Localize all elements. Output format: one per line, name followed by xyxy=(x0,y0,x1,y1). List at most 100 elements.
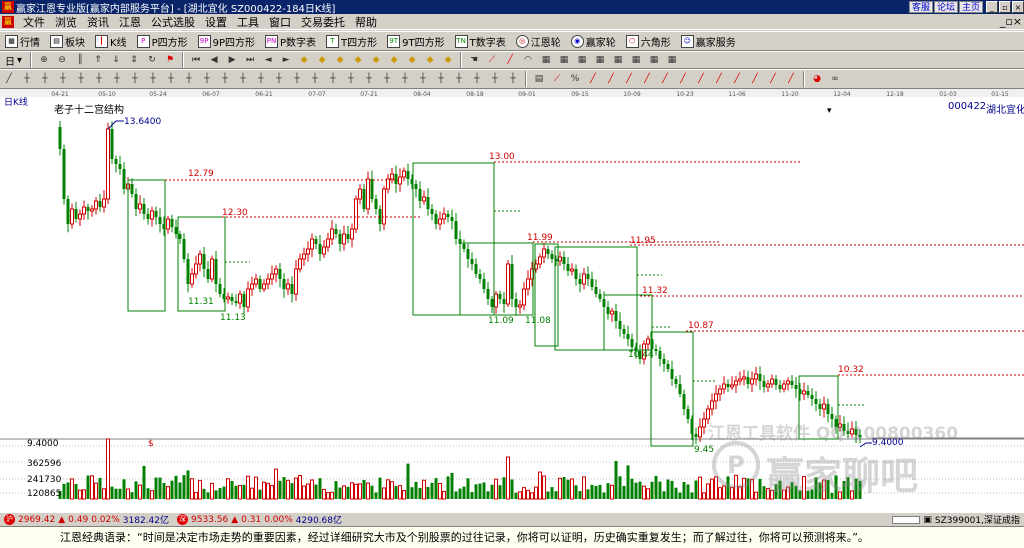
menu-help[interactable]: 帮助 xyxy=(350,14,382,30)
gann-line-icon[interactable]: ┼ xyxy=(379,72,395,86)
line-icon[interactable]: ╱ xyxy=(502,53,518,67)
flag-icon[interactable]: ⚑ xyxy=(162,53,178,67)
gann-line-icon[interactable]: ┼ xyxy=(289,72,305,86)
grid-icon[interactable]: ▦ xyxy=(664,53,680,67)
gann-line-icon[interactable]: ┼ xyxy=(109,72,125,86)
link-forum[interactable]: 论坛 xyxy=(933,1,958,13)
gann-line-icon[interactable]: ┼ xyxy=(37,72,53,86)
infinity-icon[interactable]: ∞ xyxy=(827,72,843,86)
p-number-table-button[interactable]: PN P数字表 xyxy=(260,32,321,50)
gann-line-icon[interactable]: ┼ xyxy=(433,72,449,86)
grid-icon[interactable]: ▦ xyxy=(574,53,590,67)
trend-line-icon[interactable]: ╱ xyxy=(1,72,17,86)
winner-wheel-button[interactable]: ◉ 赢家轮 xyxy=(566,32,621,50)
arc-icon[interactable]: ◠ xyxy=(520,53,536,67)
menu-formula[interactable]: 公式选股 xyxy=(146,14,200,30)
link-home[interactable]: 主页 xyxy=(958,1,983,13)
gann-line-icon[interactable]: ┼ xyxy=(19,72,35,86)
gann-line-icon[interactable]: ┼ xyxy=(127,72,143,86)
gann-line-icon[interactable]: ┼ xyxy=(343,72,359,86)
grid-icon[interactable]: ▦ xyxy=(646,53,662,67)
gann-line-icon[interactable]: ┼ xyxy=(55,72,71,86)
zoom-out-icon[interactable]: ⊖ xyxy=(54,53,70,67)
shanghai-index[interactable]: 沪 2969.42 ▲ 0.49 0.02% 3182.42亿 xyxy=(0,513,173,526)
diamond-icon[interactable]: ◆ xyxy=(368,53,384,67)
chart-icon[interactable]: ╱ xyxy=(765,72,781,86)
diamond-icon[interactable]: ◆ xyxy=(296,53,312,67)
menu-tools[interactable]: 工具 xyxy=(232,14,264,30)
diamond-icon[interactable]: ◆ xyxy=(440,53,456,67)
color-wheel-icon[interactable]: ◕ xyxy=(809,72,825,86)
diamond-icon[interactable]: ◆ xyxy=(332,53,348,67)
sector-button[interactable]: ▤ 板块 xyxy=(45,32,90,50)
menu-browse[interactable]: 浏览 xyxy=(50,14,82,30)
last-icon[interactable]: ⏭ xyxy=(242,53,258,67)
chart-icon[interactable]: ╱ xyxy=(585,72,601,86)
grid-icon[interactable]: ▦ xyxy=(610,53,626,67)
move-icon[interactable]: ⇕ xyxy=(126,53,142,67)
gann-line-icon[interactable]: ┼ xyxy=(451,72,467,86)
back-icon[interactable]: ◄ xyxy=(260,53,276,67)
gann-line-icon[interactable]: ┼ xyxy=(91,72,107,86)
menu-file[interactable]: 文件 xyxy=(18,14,50,30)
gann-line-icon[interactable]: ┼ xyxy=(181,72,197,86)
gann-line-icon[interactable]: ┼ xyxy=(397,72,413,86)
diamond-icon[interactable]: ◆ xyxy=(422,53,438,67)
gann-line-icon[interactable]: ┼ xyxy=(253,72,269,86)
gann-line-icon[interactable]: ┼ xyxy=(235,72,251,86)
grid-icon[interactable]: ▦ xyxy=(592,53,608,67)
minimize-icon[interactable]: _ xyxy=(986,1,998,13)
diamond-icon[interactable]: ◆ xyxy=(314,53,330,67)
bars-icon[interactable]: ║ xyxy=(72,53,88,67)
refresh-icon[interactable]: ↻ xyxy=(144,53,160,67)
dividend-marker[interactable]: $ xyxy=(148,439,154,449)
menu-window[interactable]: 窗口 xyxy=(264,14,296,30)
child-close-icon[interactable]: × xyxy=(1013,15,1022,28)
chart-icon[interactable]: ╱ xyxy=(621,72,637,86)
diamond-icon[interactable]: ◆ xyxy=(386,53,402,67)
hand-icon[interactable]: ☚ xyxy=(466,53,482,67)
gann-line-icon[interactable]: ┼ xyxy=(73,72,89,86)
diamond-icon[interactable]: ◆ xyxy=(404,53,420,67)
hexagon-button[interactable]: ⬡ 六角形 xyxy=(621,32,676,50)
kline-chart[interactable]: 04-21 05-10 05-24 06-07 06-21 07-07 07-21 08-04… xyxy=(0,89,1024,512)
quote-button[interactable]: ▦ 行情 xyxy=(0,32,45,50)
forward-icon[interactable]: ► xyxy=(278,53,294,67)
chart-icon[interactable]: ╱ xyxy=(639,72,655,86)
prev-icon[interactable]: ◀ xyxy=(206,53,222,67)
chart-icon[interactable]: ╱ xyxy=(693,72,709,86)
grid-icon[interactable]: ▦ xyxy=(628,53,644,67)
restore-icon[interactable]: ▫ xyxy=(999,1,1011,13)
t-square-button[interactable]: T T四方形 xyxy=(321,32,382,50)
kline-button[interactable]: ┃ K线 xyxy=(90,32,132,50)
grid-icon[interactable]: ▦ xyxy=(538,53,554,67)
gann-line-icon[interactable]: ┼ xyxy=(217,72,233,86)
t-number-table-button[interactable]: TN T数字表 xyxy=(450,32,511,50)
p-square-button[interactable]: P P四方形 xyxy=(132,32,193,50)
gann-line-icon[interactable]: ┼ xyxy=(307,72,323,86)
arrow-down-icon[interactable]: ⇓ xyxy=(108,53,124,67)
chart-icon[interactable]: ╱ xyxy=(783,72,799,86)
first-icon[interactable]: ⏮ xyxy=(188,53,204,67)
diamond-icon[interactable]: ◆ xyxy=(350,53,366,67)
menu-info[interactable]: 资讯 xyxy=(82,14,114,30)
chart-icon[interactable]: ╱ xyxy=(747,72,763,86)
link-support[interactable]: 客服 xyxy=(908,1,933,13)
gann-line-icon[interactable]: ┼ xyxy=(163,72,179,86)
gann-line-icon[interactable]: ┼ xyxy=(145,72,161,86)
menu-trade[interactable]: 交易委托 xyxy=(296,14,350,30)
chart-icon[interactable]: ╱ xyxy=(675,72,691,86)
arrow-up-icon[interactable]: ⇑ xyxy=(90,53,106,67)
grid-icon[interactable]: ▦ xyxy=(556,53,572,67)
chart-icon[interactable]: ╱ xyxy=(729,72,745,86)
close-icon[interactable]: × xyxy=(1012,1,1024,13)
shenzhen-index[interactable]: 深 9533.56 ▲ 0.31 0.00% 4290.68亿 xyxy=(173,513,346,526)
menu-settings[interactable]: 设置 xyxy=(200,14,232,30)
gann-line-icon[interactable]: ┼ xyxy=(361,72,377,86)
table-icon[interactable]: ▤ xyxy=(531,72,547,86)
gann-line-icon[interactable]: ┼ xyxy=(469,72,485,86)
menu-gann[interactable]: 江恩 xyxy=(114,14,146,30)
winner-service-button[interactable]: ☺ 赢家服务 xyxy=(676,32,741,50)
zoom-in-icon[interactable]: ⊕ xyxy=(36,53,52,67)
chart-icon[interactable]: ╱ xyxy=(711,72,727,86)
